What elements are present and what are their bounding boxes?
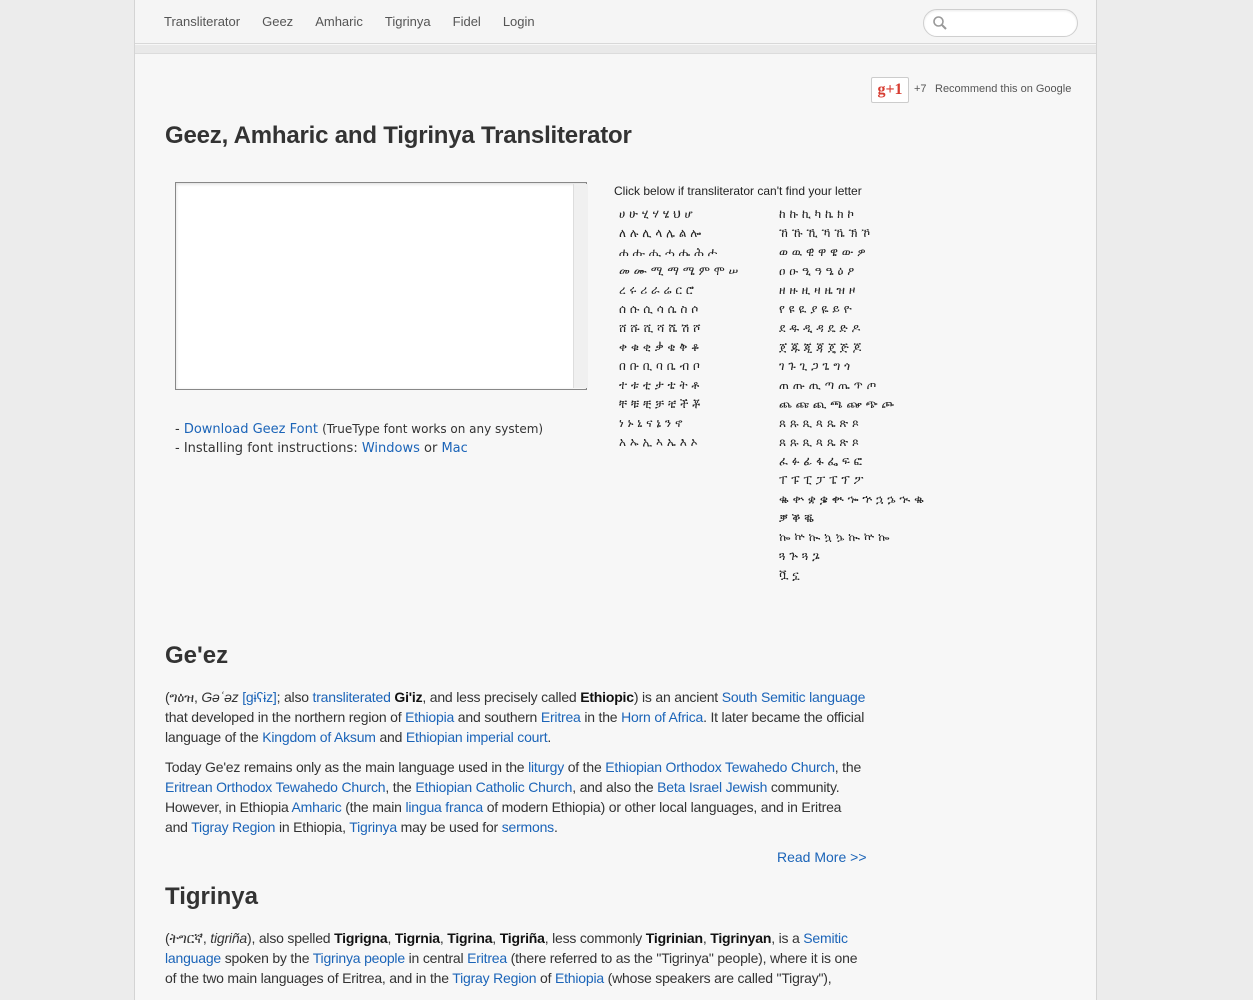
fidel-right-row[interactable]: ከ ኩ ኪ ካ ኬ ክ ኮ [779,205,924,224]
geez-paragraph-2: Today Ge'ez remains only as the main lan… [165,759,862,835]
fidel-left-row[interactable]: ረ ሩ ሪ ራ ሬ ር ሮ [619,281,738,300]
south-semitic-link[interactable]: South Semitic language [722,689,866,705]
search-input[interactable] [952,13,1074,33]
download-font-link[interactable]: Download Geez Font [184,422,318,437]
nav-menu: Transliterator Geez Amharic Tigrinya Fid… [164,0,557,43]
tigrinya-script: ትግርኛ [169,930,203,946]
fidel-right-row[interactable]: ቓ ቕ ቘ [779,509,924,528]
ethiopia-link[interactable]: Ethiopia [405,709,454,725]
navbar-divider [135,45,1096,54]
fidel-right-row[interactable]: ጓ ጕ ጓ ጔ [779,547,924,566]
eritrea-link[interactable]: Eritrea [541,709,581,725]
fidel-right-row[interactable]: ጨ ጩ ጪ ጫ ጬ ጭ ጮ [779,395,924,414]
fidel-right-row[interactable]: ቈ ቍ ቋ ቌ ቊ ኈ ኍ ኋ ኌ ኊ ቈ [779,490,924,509]
fidel-right-row[interactable]: ፈ ፉ ፊ ፋ ፌ ፍ ፎ [779,452,924,471]
or-text: or [424,441,438,456]
sermons-link[interactable]: sermons [502,819,554,835]
download-note: (TrueType font works on any system) [322,422,544,436]
fidel-right-row[interactable]: ዘ ዙ ዚ ዛ ዜ ዝ ዞ [779,281,924,300]
tigray-region-link[interactable]: Tigray Region [191,819,275,835]
bullet-dash: - [175,422,184,437]
fidel-left-row[interactable]: ቀ ቁ ቂ ቃ ቄ ቅ ቆ [619,338,738,357]
install-line: - Installing font instructions: Windows … [175,439,543,458]
fidel-right-row[interactable]: ፐ ፑ ፒ ፓ ፔ ፕ ፖ [779,471,924,490]
install-text: - Installing font instructions: [175,441,362,456]
fidel-column-right: ከ ኩ ኪ ካ ኬ ክ ኮኸ ኹ ኺ ኻ ኼ ኽ ኾወ ዉ ዊ ዋ ዌ ው ዎዐ… [779,205,924,585]
search-icon [933,16,947,30]
download-line: - Download Geez Font (TrueType font work… [175,420,543,439]
top-navbar: Transliterator Geez Amharic Tigrinya Fid… [135,0,1096,54]
fidel-right-row[interactable]: ጠ ጡ ጢ ጣ ጤ ጥ ጦ [779,376,924,395]
textarea-scrollbar[interactable] [573,184,588,388]
fidel-right-row[interactable]: ጸ ጹ ጺ ጻ ጼ ጽ ጾ [779,414,924,433]
read-more-link[interactable]: Read More >> [777,849,867,865]
horn-of-africa-link[interactable]: Horn of Africa [621,709,703,725]
kingdom-aksum-link[interactable]: Kingdom of Aksum [262,729,376,745]
nav-transliterator[interactable]: Transliterator [164,14,240,29]
tigrinya-paragraph-1: (ትግርኛ, tigriña), also spelled Tigrigna, … [165,930,858,986]
transliterated-link[interactable]: transliterated [313,689,391,705]
gplus-count: +7 [914,83,927,95]
fidel-left-row[interactable]: መ ሙ ሚ ማ ሜ ም ሞ ሠ [619,262,738,281]
nav-tigrinya[interactable]: Tigrinya [385,14,431,29]
tigrinya-heading: Tigrinya [165,883,258,910]
fidel-left-row[interactable]: አ ኡ ኢ ኣ ኤ እ ኦ [619,433,738,452]
catholic-church-link[interactable]: Ethiopian Catholic Church [415,779,572,795]
fidel-right-row[interactable]: ገ ጉ ጊ ጋ ጌ ግ ጎ [779,357,924,376]
geez-heading: Ge'ez [165,642,229,669]
fidel-right-row[interactable]: ጸ ጹ ጺ ጻ ጼ ጽ ጾ [779,433,924,452]
fidel-right-row[interactable]: ቯ ኗ [779,566,924,585]
fidel-column-left: ሀ ሁ ሂ ሃ ሄ ህ ሆለ ሉ ሊ ላ ሌ ል ሎሐ ሑ ሒ ሓ ሔ ሕ ሖመ… [619,205,738,452]
fidel-right-row[interactable]: ወ ዉ ዊ ዋ ዌ ው ዎ [779,243,924,262]
nav-login[interactable]: Login [503,14,535,29]
mac-link[interactable]: Mac [441,441,467,456]
fidel-left-row[interactable]: ሀ ሁ ሂ ሃ ሄ ህ ሆ [619,205,738,224]
gplus-recommend-text: Recommend this on Google [935,83,1072,95]
fidel-right-row[interactable]: ዐ ዑ ዒ ዓ ዔ ዕ ዖ [779,262,924,281]
fidel-left-row[interactable]: ለ ሉ ሊ ላ ሌ ል ሎ [619,224,738,243]
fidel-left-row[interactable]: ተ ቱ ቲ ታ ቴ ት ቶ [619,376,738,395]
fidel-right-row[interactable]: ጀ ጁ ጂ ጃ ጄ ጅ ጆ [779,338,924,357]
fidel-helper-text: Click below if transliterator can't find… [614,184,862,198]
font-links: - Download Geez Font (TrueType font work… [175,420,543,458]
fidel-right-row[interactable]: የ ዩ ዪ ያ ዬ ይ ዮ [779,300,924,319]
search-box[interactable] [923,9,1078,37]
gplus-button[interactable]: g+1 [871,77,909,103]
tigrinya-people-link[interactable]: Tigrinya people [313,950,405,966]
nav-fidel[interactable]: Fidel [453,14,481,29]
erotc-link[interactable]: Eritrean Orthodox Tewahedo Church [165,779,386,795]
fidel-left-row[interactable]: ቸ ቹ ቺ ቻ ቼ ች ቾ [619,395,738,414]
eritrea-link-2[interactable]: Eritrea [467,950,507,966]
ipa-link[interactable]: [ɡɨʕɨz] [242,689,277,705]
fidel-left-row[interactable]: ሰ ሱ ሲ ሳ ሴ ስ ሶ [619,300,738,319]
windows-link[interactable]: Windows [362,441,420,456]
geez-script: ግዕዝ [169,689,194,705]
eotc-link[interactable]: Ethiopian Orthodox Tewahedo Church [605,759,835,775]
fidel-right-row[interactable]: ደ ዱ ዲ ዳ ዴ ድ ዶ [779,319,924,338]
page-title: Geez, Amharic and Tigrinya Transliterato… [165,122,632,149]
page-frame: Transliterator Geez Amharic Tigrinya Fid… [134,0,1097,1000]
tigrinya-link[interactable]: Tigrinya [349,819,397,835]
amharic-link[interactable]: Amharic [292,799,342,815]
nav-amharic[interactable]: Amharic [315,14,363,29]
imperial-court-link[interactable]: Ethiopian imperial court [406,729,548,745]
geez-translit: Gəʿəz [201,689,239,705]
liturgy-link[interactable]: liturgy [528,759,564,775]
geez-paragraph-1: (ግዕዝ, Gəʿəz [ɡɨʕɨz]; also transliterated… [165,689,866,745]
fidel-left-row[interactable]: ነ ኑ ኒ ና ኔ ን ኖ [619,414,738,433]
fidel-right-row[interactable]: ኰ ኵ ኲ ኳ ኴ ኲ ኵ ኰ [779,528,924,547]
tigrinya-translit: tigriña [210,930,247,946]
fidel-right-row[interactable]: ኸ ኹ ኺ ኻ ኼ ኽ ኾ [779,224,924,243]
fidel-left-row[interactable]: ሸ ሹ ሺ ሻ ሼ ሽ ሾ [619,319,738,338]
transliterator-textarea[interactable] [175,182,587,390]
lingua-franca-link[interactable]: lingua franca [405,799,483,815]
fidel-left-row[interactable]: በ ቡ ቢ ባ ቤ ብ ቦ [619,357,738,376]
beta-israel-link[interactable]: Beta Israel Jewish [657,779,767,795]
fidel-left-row[interactable]: ሐ ሑ ሒ ሓ ሔ ሕ ሖ [619,243,738,262]
nav-geez[interactable]: Geez [262,14,293,29]
